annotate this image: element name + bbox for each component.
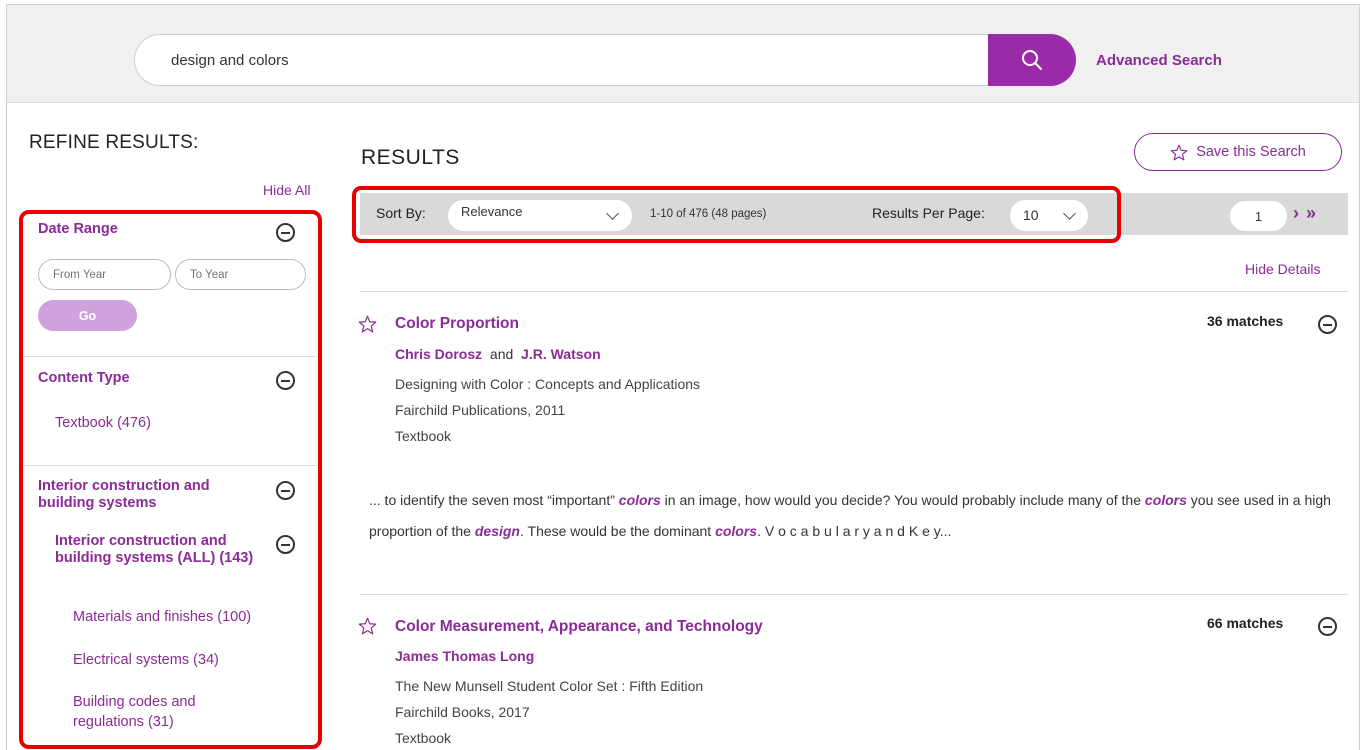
sort-by-label: Sort By: (376, 205, 426, 221)
next-page-icon[interactable]: › (1293, 203, 1299, 224)
result-book: The New Munsell Student Color Set : Fift… (395, 678, 704, 694)
result-authors: Chris Dorosz and J.R. Watson (395, 346, 601, 362)
result-title[interactable]: Color Measurement, Appearance, and Techn… (395, 618, 763, 636)
divider (360, 594, 1348, 595)
results-per-page-select[interactable]: 10 (1010, 200, 1088, 231)
author-separator: and (489, 346, 514, 362)
to-year-input[interactable] (175, 259, 306, 290)
content-type-heading: Content Type (38, 370, 130, 386)
divider (360, 291, 1348, 292)
author-link[interactable]: J.R. Watson (521, 346, 601, 362)
collapse-subject-all-icon[interactable] (276, 535, 295, 554)
from-year-input[interactable] (38, 259, 171, 290)
result-book: Designing with Color : Concepts and Appl… (395, 376, 701, 392)
search-box (134, 34, 989, 86)
results-title: RESULTS (361, 146, 460, 169)
facet-building-codes[interactable]: Building codes and regulations (31) (73, 692, 263, 732)
collapse-date-range-icon[interactable] (276, 223, 295, 242)
result-type: Textbook (395, 428, 452, 444)
result-publisher: Fairchild Books, 2017 (395, 704, 530, 720)
facet-electrical-systems[interactable]: Electrical systems (34) (73, 650, 219, 670)
result-authors: James Thomas Long (395, 648, 534, 664)
page-number-input[interactable] (1230, 201, 1287, 231)
save-search-label: Save this Search (1196, 144, 1306, 160)
star-outline-icon (1170, 144, 1188, 160)
result-title[interactable]: Color Proportion (395, 315, 519, 333)
collapse-subject-icon[interactable] (276, 481, 295, 500)
result-matches: 66 matches (1207, 615, 1284, 631)
author-link[interactable]: Chris Dorosz (395, 346, 482, 362)
divider (23, 356, 317, 357)
result-type: Textbook (395, 730, 452, 746)
facet-materials-finishes[interactable]: Materials and finishes (100) (73, 607, 251, 627)
date-range-heading: Date Range (38, 221, 118, 237)
result-publisher: Fairchild Publications, 2011 (395, 402, 566, 418)
page-frame: Advanced Search REFINE RESULTS: Hide All… (6, 4, 1360, 750)
subject-all-heading[interactable]: Interior construction and building syste… (55, 533, 255, 567)
facet-textbook[interactable]: Textbook (476) (55, 413, 151, 433)
results-per-page-label: Results Per Page: (872, 205, 985, 221)
chevron-down-icon (606, 207, 619, 220)
favorite-star-icon[interactable] (358, 315, 377, 333)
last-page-icon[interactable]: » (1306, 203, 1316, 224)
result-matches: 36 matches (1207, 313, 1284, 329)
favorite-star-icon[interactable] (358, 617, 377, 635)
search-button[interactable] (988, 34, 1076, 86)
author-link[interactable]: James Thomas Long (395, 648, 534, 664)
results-count: 1-10 of 476 (48 pages) (650, 208, 767, 220)
collapse-result-icon[interactable] (1318, 315, 1337, 334)
search-input[interactable] (171, 35, 971, 85)
results-per-page-value: 10 (1023, 207, 1039, 223)
divider (23, 465, 317, 466)
collapse-result-icon[interactable] (1318, 617, 1337, 636)
refine-results-title: REFINE RESULTS: (29, 132, 199, 153)
result-snippet: ... to identify the seven most “importan… (369, 492, 1331, 539)
search-bar-area: Advanced Search (7, 5, 1359, 103)
sort-by-select[interactable]: Relevance (448, 200, 632, 231)
advanced-search-link[interactable]: Advanced Search (1096, 52, 1222, 69)
hide-details-link[interactable]: Hide Details (1245, 261, 1320, 277)
save-search-button[interactable]: Save this Search (1134, 133, 1342, 171)
chevron-down-icon (1063, 207, 1076, 220)
subject-heading: Interior construction and building syste… (38, 478, 210, 511)
sort-by-value: Relevance (461, 204, 523, 219)
collapse-content-type-icon[interactable] (276, 371, 295, 390)
hide-all-link[interactable]: Hide All (263, 182, 310, 198)
search-icon (1022, 50, 1042, 70)
go-button[interactable]: Go (38, 300, 137, 331)
